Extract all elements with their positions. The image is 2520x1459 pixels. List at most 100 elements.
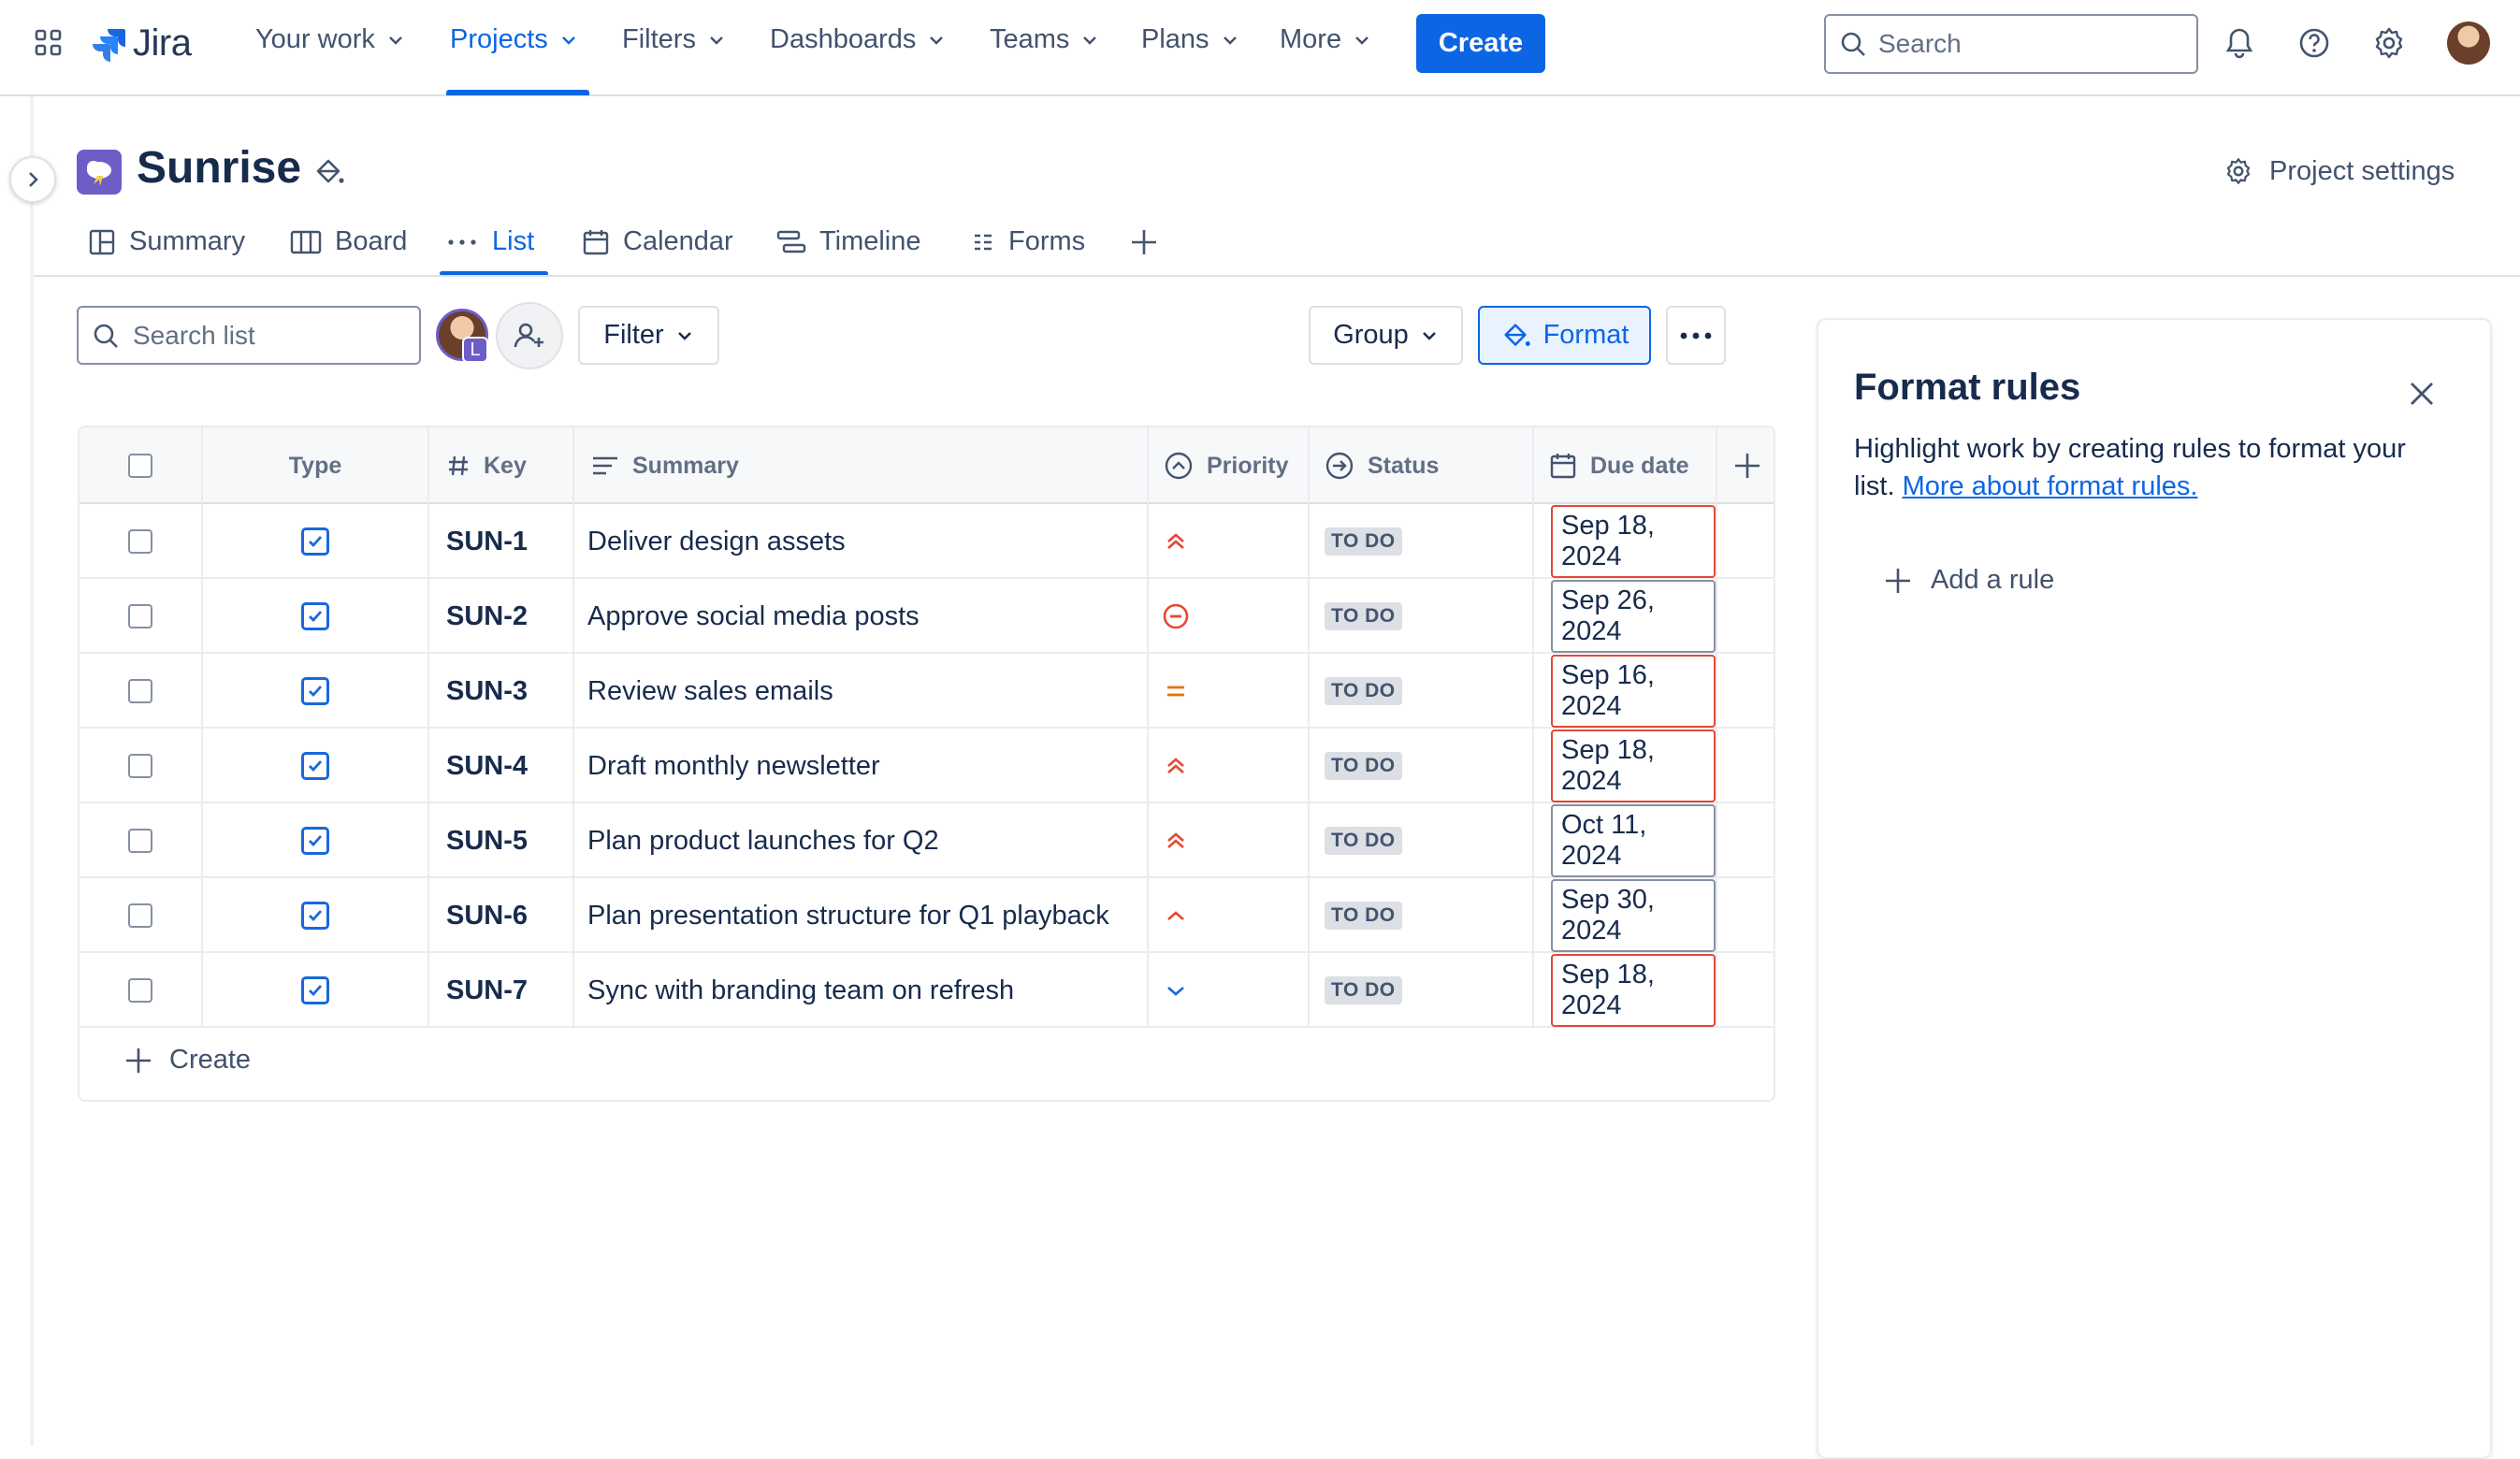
column-header-priority[interactable]: Priority xyxy=(1149,427,1310,504)
status-cell[interactable]: TO DO xyxy=(1310,729,1534,803)
user-avatar[interactable] xyxy=(2447,22,2490,65)
due-date-cell[interactable]: Sep 26, 2024 xyxy=(1534,579,1717,654)
tab-calendar[interactable]: Calendar xyxy=(582,226,733,257)
status-cell[interactable]: TO DO xyxy=(1310,878,1534,953)
issue-summary[interactable]: Deliver design assets xyxy=(587,527,846,557)
row-checkbox[interactable] xyxy=(128,978,152,1003)
issue-summary[interactable]: Plan product launches for Q2 xyxy=(587,826,939,857)
expand-sidebar-button[interactable] xyxy=(9,156,56,203)
priority-cell[interactable] xyxy=(1149,579,1310,654)
summary-cell[interactable]: Sync with branding team on refresh xyxy=(574,953,1149,1028)
status-badge[interactable]: TO DO xyxy=(1325,677,1402,705)
summary-cell[interactable]: Deliver design assets xyxy=(574,504,1149,579)
add-rule-button[interactable]: Add a rule xyxy=(1884,565,2054,596)
jira-logo[interactable]: Jira xyxy=(90,22,192,65)
settings-gear-icon[interactable] xyxy=(2370,24,2408,62)
status-cell[interactable]: TO DO xyxy=(1310,953,1534,1028)
column-header-summary[interactable]: Summary xyxy=(574,427,1149,504)
nav-more[interactable]: More xyxy=(1280,24,1371,55)
nav-teams[interactable]: Teams xyxy=(990,24,1099,55)
due-date-value[interactable]: Sep 18, 2024 xyxy=(1551,505,1716,578)
status-badge[interactable]: TO DO xyxy=(1325,902,1402,930)
close-icon[interactable] xyxy=(2406,378,2438,410)
table-row[interactable]: SUN-2 Approve social media posts TO DO Sep … xyxy=(80,579,1774,654)
due-date-cell[interactable]: Sep 18, 2024 xyxy=(1534,504,1717,579)
row-checkbox[interactable] xyxy=(128,903,152,928)
due-date-cell[interactable]: Sep 30, 2024 xyxy=(1534,878,1717,953)
issue-key[interactable]: SUN-5 xyxy=(446,826,528,857)
key-cell[interactable]: SUN-1 xyxy=(429,504,574,579)
column-header-key[interactable]: Key xyxy=(429,427,574,504)
search-list-input[interactable]: Search list xyxy=(77,306,421,365)
row-checkbox[interactable] xyxy=(128,604,152,628)
key-cell[interactable]: SUN-2 xyxy=(429,579,574,654)
issue-key[interactable]: SUN-6 xyxy=(446,901,528,932)
select-all-checkbox[interactable] xyxy=(128,454,152,478)
nav-projects[interactable]: Projects xyxy=(450,24,578,55)
nav-dashboards[interactable]: Dashboards xyxy=(770,24,946,55)
status-badge[interactable]: TO DO xyxy=(1325,827,1402,855)
create-issue-button[interactable]: Create xyxy=(124,1045,251,1076)
due-date-cell[interactable]: Sep 18, 2024 xyxy=(1534,953,1717,1028)
issue-summary[interactable]: Review sales emails xyxy=(587,676,833,707)
project-settings-button[interactable]: Project settings xyxy=(2223,155,2455,187)
table-row[interactable]: SUN-6 Plan presentation structure for Q1 … xyxy=(80,878,1774,953)
due-date-cell[interactable]: Sep 18, 2024 xyxy=(1534,729,1717,803)
due-date-value[interactable]: Sep 16, 2024 xyxy=(1551,655,1716,728)
more-actions-button[interactable] xyxy=(1666,306,1726,365)
nav-your-work[interactable]: Your work xyxy=(255,24,405,55)
due-date-value[interactable]: Sep 26, 2024 xyxy=(1551,580,1716,653)
issue-summary[interactable]: Sync with branding team on refresh xyxy=(587,975,1014,1006)
group-button[interactable]: Group xyxy=(1309,306,1463,365)
issue-summary[interactable]: Approve social media posts xyxy=(587,601,920,632)
issue-key[interactable]: SUN-1 xyxy=(446,527,528,557)
due-date-value[interactable]: Sep 18, 2024 xyxy=(1551,954,1716,1027)
due-date-value[interactable]: Sep 30, 2024 xyxy=(1551,879,1716,952)
tab-summary[interactable]: Summary xyxy=(88,226,245,257)
status-cell[interactable]: TO DO xyxy=(1310,803,1534,878)
issue-key[interactable]: SUN-3 xyxy=(446,676,528,707)
key-cell[interactable]: SUN-3 xyxy=(429,654,574,729)
column-header-due-date[interactable]: Due date xyxy=(1534,427,1717,504)
issue-summary[interactable]: Draft monthly newsletter xyxy=(587,751,880,782)
add-tab-plus-icon[interactable] xyxy=(1128,226,1160,258)
add-people-button[interactable] xyxy=(496,302,563,369)
notifications-icon[interactable] xyxy=(2221,24,2258,62)
add-column-plus-icon[interactable] xyxy=(1732,451,1762,481)
column-header-type[interactable]: Type xyxy=(203,427,429,504)
summary-cell[interactable]: Plan product launches for Q2 xyxy=(574,803,1149,878)
row-checkbox[interactable] xyxy=(128,754,152,778)
priority-cell[interactable] xyxy=(1149,654,1310,729)
format-button[interactable]: Format xyxy=(1478,306,1651,365)
issue-summary[interactable]: Plan presentation structure for Q1 playb… xyxy=(587,901,1109,932)
row-checkbox[interactable] xyxy=(128,829,152,853)
key-cell[interactable]: SUN-7 xyxy=(429,953,574,1028)
status-cell[interactable]: TO DO xyxy=(1310,654,1534,729)
tab-forms[interactable]: Forms xyxy=(971,226,1085,257)
due-date-value[interactable]: Sep 18, 2024 xyxy=(1551,730,1716,802)
column-header-status[interactable]: Status xyxy=(1310,427,1534,504)
format-rules-help-link[interactable]: More about format rules. xyxy=(1903,471,2198,501)
due-date-cell[interactable]: Sep 16, 2024 xyxy=(1534,654,1717,729)
tab-board[interactable]: Board xyxy=(290,226,407,257)
table-row[interactable]: SUN-1 Deliver design assets TO DO Sep 18, 2… xyxy=(80,504,1774,579)
paint-bucket-icon[interactable] xyxy=(312,155,346,189)
filter-button[interactable]: Filter xyxy=(578,306,719,365)
nav-filters[interactable]: Filters xyxy=(622,24,726,55)
row-checkbox[interactable] xyxy=(128,679,152,703)
status-badge[interactable]: TO DO xyxy=(1325,527,1402,556)
status-badge[interactable]: TO DO xyxy=(1325,602,1402,630)
priority-cell[interactable] xyxy=(1149,953,1310,1028)
key-cell[interactable]: SUN-5 xyxy=(429,803,574,878)
issue-key[interactable]: SUN-7 xyxy=(446,975,528,1006)
tab-timeline[interactable]: Timeline xyxy=(776,226,921,257)
summary-cell[interactable]: Draft monthly newsletter xyxy=(574,729,1149,803)
status-badge[interactable]: TO DO xyxy=(1325,976,1402,1004)
create-button[interactable]: Create xyxy=(1416,14,1545,73)
global-search-input[interactable]: Search xyxy=(1824,14,2198,74)
nav-plans[interactable]: Plans xyxy=(1141,24,1239,55)
due-date-cell[interactable]: Oct 11, 2024 xyxy=(1534,803,1717,878)
priority-cell[interactable] xyxy=(1149,729,1310,803)
issue-key[interactable]: SUN-2 xyxy=(446,601,528,632)
help-icon[interactable] xyxy=(2296,24,2333,62)
